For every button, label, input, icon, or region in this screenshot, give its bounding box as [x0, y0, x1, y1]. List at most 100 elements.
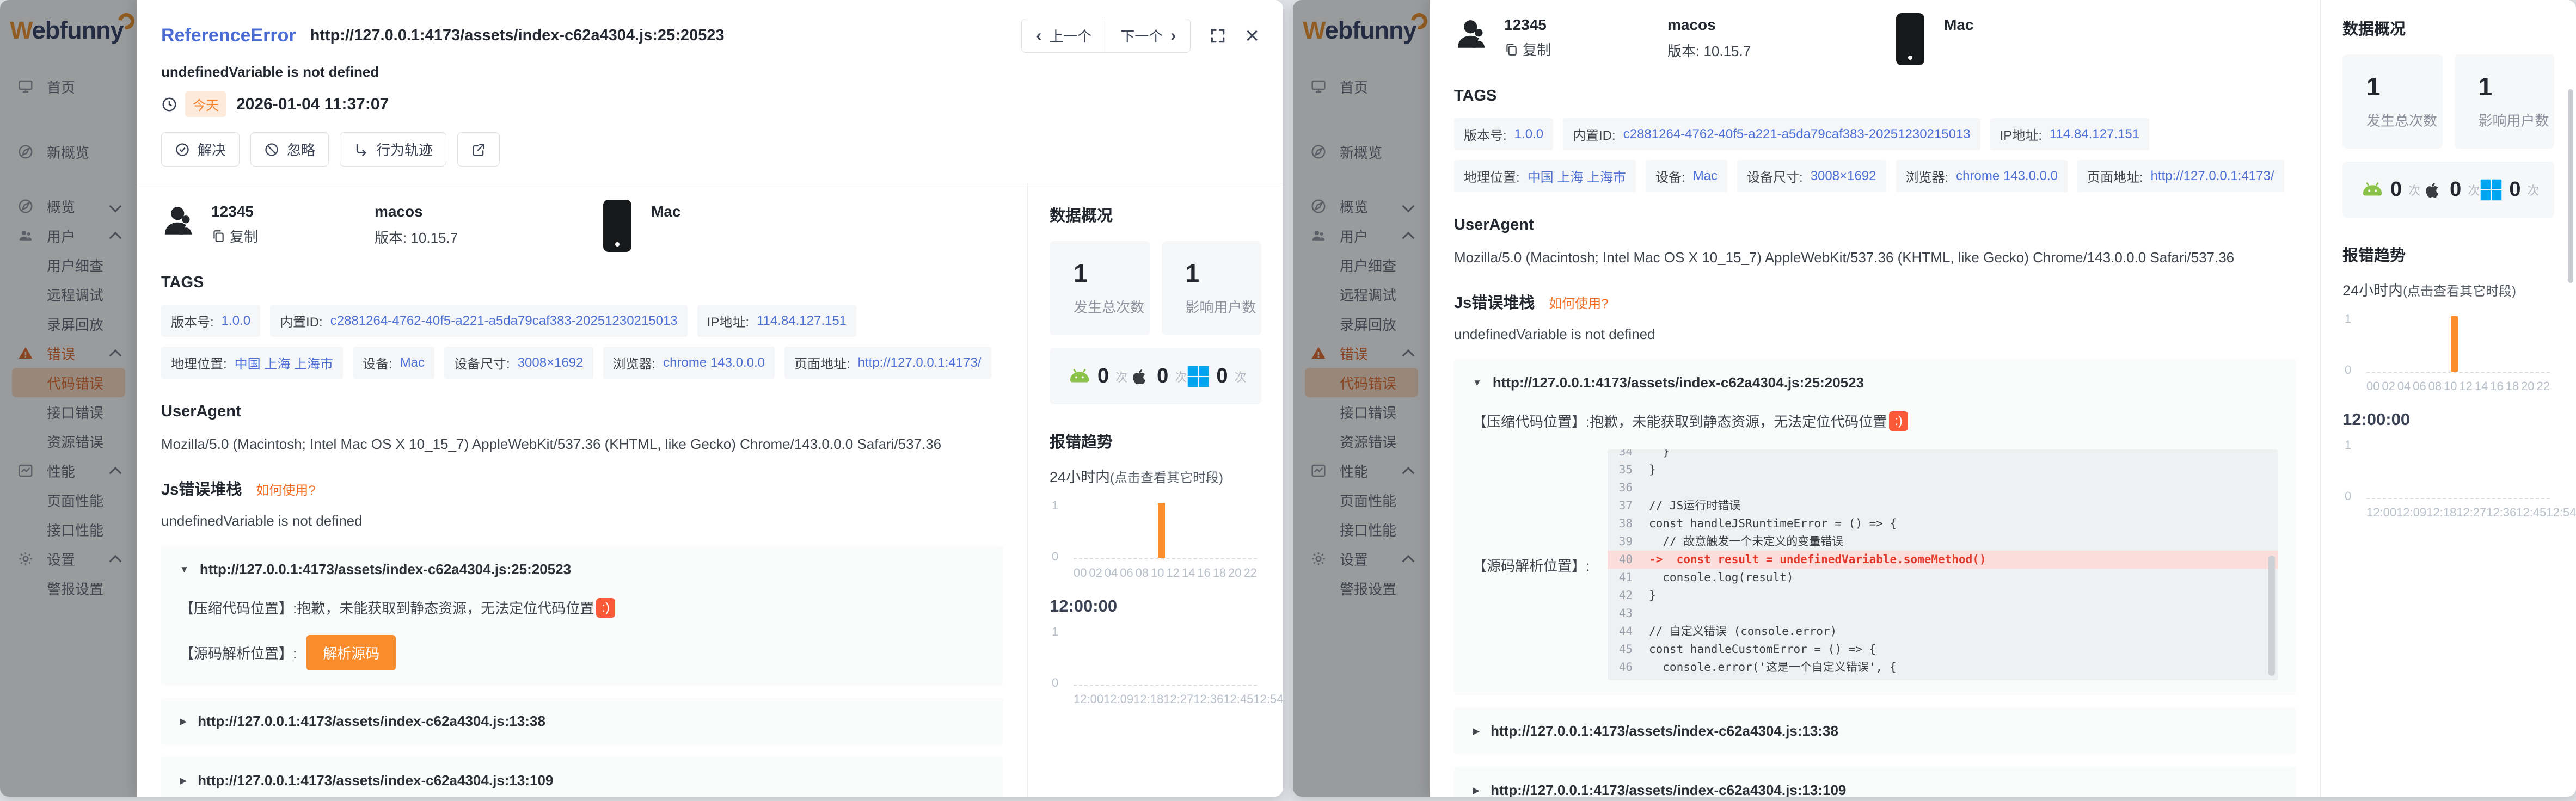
useragent-title: UserAgent: [161, 403, 1003, 421]
caret-right-icon: ▶: [180, 716, 187, 727]
caret-right-icon: ▶: [1473, 726, 1480, 737]
tag-chip: 设备:Mac: [353, 347, 434, 379]
stack-frames: ▼ http://127.0.0.1:4173/assets/index-c62…: [1454, 359, 2296, 797]
trend-chart-hour[interactable]: 1 0 12:0012:0912:1812:2712:3612:4512:54: [2342, 437, 2554, 520]
modal-body: 12345 复制 macos 版本: 10.15.7 M: [137, 183, 1283, 797]
tags-list: 版本号:1.0.0内置ID:c2881264-4762-40f5-a221-a5…: [1454, 118, 2296, 192]
windows-icon: [2480, 178, 2503, 201]
code-line-38: 38const handleJSRuntimeError = () => {: [1608, 515, 2278, 533]
trend-chart-hour[interactable]: 1 0 12:0012:0912:1812:2712:3612:4512:54: [1050, 624, 1261, 706]
tags-title: TAGS: [161, 274, 1003, 292]
compressed-pos-text: 抱歉，未能获取到静态资源，无法定位代码位置: [297, 597, 594, 618]
tag-chip: 设备尺寸:3008×1692: [444, 347, 593, 379]
stack-frame-toggle[interactable]: ▶ http://127.0.0.1:4173/assets/index-c62…: [1473, 723, 2278, 740]
trend-range-label[interactable]: 24小时内(点击查看其它时段): [2342, 279, 2554, 300]
stat-card-total: 1 发生总次数: [2342, 54, 2443, 149]
stack-frame: ▶ http://127.0.0.1:4173/assets/index-c62…: [161, 757, 1003, 797]
stack-frame-toggle[interactable]: ▶ http://127.0.0.1:4173/assets/index-c62…: [1473, 782, 2278, 797]
js-stack-title: Js错误堆栈: [161, 477, 242, 500]
source-code-block[interactable]: 34 }35}3637// JS运行时错误38const handleJSRun…: [1608, 449, 2278, 680]
code-line-41: 41 console.log(result): [1608, 569, 2278, 587]
android-icon: [1068, 365, 1091, 388]
trend-chart-24h[interactable]: 1 0 000204060810121416182022: [2342, 311, 2554, 393]
error-type: ReferenceError: [161, 25, 296, 46]
stack-frame: ▶ http://127.0.0.1:4173/assets/index-c62…: [1454, 707, 2296, 755]
code-scrollbar[interactable]: [2268, 556, 2275, 676]
js-stack-title: Js错误堆栈: [1454, 290, 1535, 313]
useragent-title: UserAgent: [1454, 216, 2296, 234]
caret-down-icon: ▼: [180, 564, 189, 575]
how-to-use-link[interactable]: 如何使用?: [256, 479, 315, 498]
code-line-34: 34 }: [1608, 449, 2278, 461]
caret-right-icon: ▶: [180, 775, 187, 786]
fullscreen-icon: [1209, 27, 1226, 45]
tag-chip: IP地址:114.84.127.151: [1990, 118, 2149, 150]
tag-chip: 内置ID:c2881264-4762-40f5-a221-a5da79caf38…: [1563, 118, 1980, 150]
trend-range-label[interactable]: 24小时内(点击查看其它时段): [1050, 465, 1261, 486]
user-avatar-icon: [1454, 16, 1490, 52]
android-icon: [2361, 178, 2384, 201]
ignore-button[interactable]: 忽略: [250, 132, 329, 167]
selected-hour-label: 12:00:00: [1050, 596, 1261, 616]
screen: Webfunny 首页新概览概览用户用户细查远程调试录屏回放错误代码错误接口错误…: [0, 0, 2576, 801]
main-column: 12345 复制 macos 版本: 10.15.7 M: [137, 183, 1027, 797]
modal-body: 12345 复制 macos 版本: 10.15.7 M: [1430, 0, 2576, 797]
stack-frame-toggle[interactable]: ▼ http://127.0.0.1:4173/assets/index-c62…: [180, 561, 985, 578]
code-line-39: 39 // 故意触发一个未定义的变量错误: [1608, 533, 2278, 551]
tag-chip: 设备尺寸:3008×1692: [1737, 160, 1886, 192]
prev-button[interactable]: ‹ 上一个: [1022, 19, 1106, 52]
windows-icon: [1187, 365, 1210, 388]
close-button[interactable]: ×: [1245, 26, 1259, 45]
identity-row: 12345 复制 macos 版本: 10.15.7 M: [161, 203, 1003, 252]
stat-card-users: 1 影响用户数: [2455, 54, 2555, 149]
route-icon: [353, 142, 369, 157]
device-name: Mac: [1944, 16, 1973, 34]
windows-stat: 0 次: [2480, 178, 2539, 201]
tag-chip: 页面地址:http://127.0.0.1:4173/: [2077, 160, 2284, 192]
modal-backdrop: [0, 0, 137, 797]
modal-scrollbar-thumb[interactable]: [2568, 89, 2573, 283]
main-column: 12345 复制 macos 版本: 10.15.7 M: [1430, 0, 2320, 797]
os-name: macos: [1667, 16, 1896, 34]
os-stats-box: 0 次 0 次 0 次: [2342, 162, 2554, 218]
apple-stat: 0 次: [1127, 365, 1187, 388]
compressed-pos-label: 【压缩代码位置】:: [180, 597, 297, 618]
copy-user-id[interactable]: 复制: [211, 226, 375, 246]
tag-chip: 内置ID:c2881264-4762-40f5-a221-a5da79caf38…: [270, 305, 688, 337]
copy-user-id[interactable]: 复制: [1504, 39, 1667, 59]
compressed-pos-label: 【压缩代码位置】:: [1473, 411, 1590, 431]
how-to-use-link[interactable]: 如何使用?: [1549, 293, 1608, 312]
open-external-button[interactable]: [457, 132, 500, 167]
error-datetime: 2026-01-04 11:37:07: [236, 95, 389, 114]
error-detail-modal: 12345 复制 macos 版本: 10.15.7 M: [1430, 0, 2576, 797]
copy-icon: [1504, 42, 1518, 57]
apple-icon: [2420, 178, 2443, 201]
stack-frame-toggle[interactable]: ▼ http://127.0.0.1:4173/assets/index-c62…: [1473, 374, 2278, 391]
code-line-42: 42}: [1608, 587, 2278, 605]
behavior-trace-button[interactable]: 行为轨迹: [340, 132, 446, 167]
stack-frame-toggle[interactable]: ▶ http://127.0.0.1:4173/assets/index-c62…: [180, 772, 985, 789]
tags-title: TAGS: [1454, 87, 2296, 105]
tag-chip: 浏览器:chrome 143.0.0.0: [603, 347, 775, 379]
fullscreen-button[interactable]: [1209, 27, 1226, 45]
tag-chip: 地理位置:中国 上海 上海市: [1454, 160, 1636, 192]
stack-frame-expanded: ▼ http://127.0.0.1:4173/assets/index-c62…: [161, 546, 1003, 686]
stack-frame-toggle[interactable]: ▶ http://127.0.0.1:4173/assets/index-c62…: [180, 713, 985, 730]
android-stat: 0 次: [1068, 365, 1127, 388]
pager: ‹ 上一个 下一个 ›: [1021, 19, 1191, 53]
error-detail-modal: ReferenceError http://127.0.0.1:4173/ass…: [137, 0, 1283, 797]
source-pos-label: 【源码解析位置】:: [180, 643, 297, 663]
sidebar: Webfunny 首页新概览概览用户用户细查远程调试录屏回放错误代码错误接口错误…: [0, 0, 137, 797]
resolve-button[interactable]: 解决: [161, 132, 240, 167]
apple-stat: 0 次: [2420, 178, 2480, 201]
trend-bar-11: [1158, 503, 1165, 558]
parse-source-button[interactable]: 解析源码: [306, 635, 396, 670]
useragent-value: Mozilla/5.0 (Macintosh; Intel Mac OS X 1…: [1454, 247, 2296, 268]
chevron-left-icon: ‹: [1036, 28, 1041, 44]
modal-header: ReferenceError http://127.0.0.1:4173/ass…: [137, 0, 1283, 183]
trend-chart-24h[interactable]: 1 0 000204060810121416182022: [1050, 497, 1261, 580]
sidebar: Webfunny 首页新概览概览用户用户细查远程调试录屏回放错误代码错误接口错误…: [1293, 0, 1430, 797]
trend-title: 报错趋势: [1050, 429, 1261, 452]
next-button[interactable]: 下一个 ›: [1106, 19, 1190, 52]
code-block-lines: 34 }35}3637// JS运行时错误38const handleJSRun…: [1608, 449, 2278, 676]
